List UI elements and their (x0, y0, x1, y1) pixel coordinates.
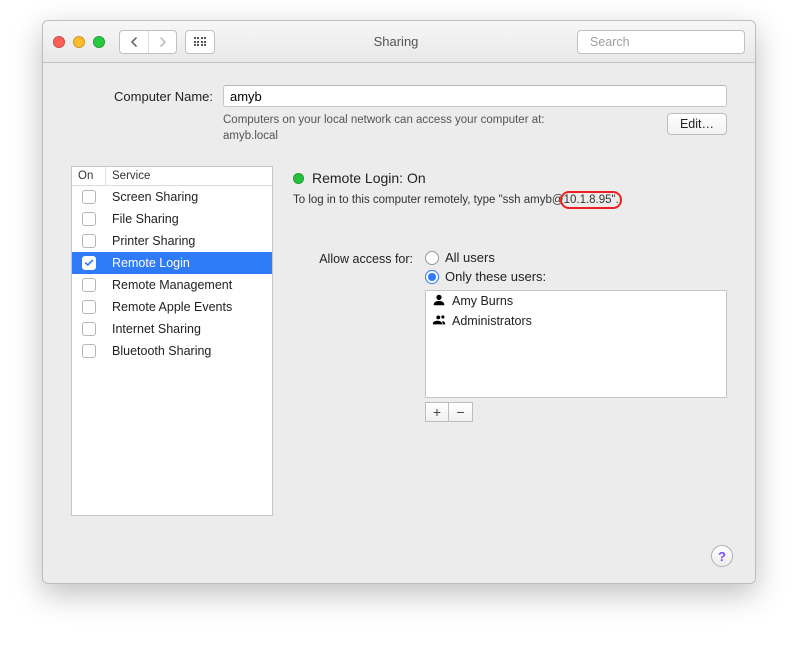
allow-all-users-option[interactable]: All users (425, 250, 727, 265)
allow-only-these-users-option[interactable]: Only these users: (425, 269, 727, 284)
status-title: Remote Login: On (312, 170, 426, 186)
service-checkbox[interactable] (82, 278, 96, 292)
allowed-users-list[interactable]: Amy Burns Administrators (425, 290, 727, 398)
service-detail: Remote Login: On To log in to this compu… (293, 166, 727, 516)
ip-highlight-annotation (560, 191, 622, 209)
window-controls (53, 36, 105, 48)
allowed-user-name: Administrators (452, 314, 532, 328)
allow-access-row: Allow access for: All users Only these u… (293, 250, 727, 422)
service-label: Printer Sharing (106, 234, 272, 248)
services-header-service: Service (106, 167, 272, 185)
service-checkbox[interactable] (82, 256, 96, 270)
edit-hostname-button[interactable]: Edit… (667, 113, 727, 135)
computer-name-subtext: Computers on your local network can acce… (223, 113, 651, 144)
allowed-user-row[interactable]: Amy Burns (426, 291, 726, 311)
radio-icon (425, 251, 439, 265)
user-icon (432, 293, 446, 310)
service-checkbox[interactable] (82, 190, 96, 204)
computer-name-label: Computer Name: (71, 89, 213, 104)
window-title: Sharing (223, 34, 569, 49)
allow-only-these-users-label: Only these users: (445, 269, 546, 284)
service-row[interactable]: Remote Apple Events (72, 296, 272, 318)
computer-name-section: Computer Name: Computers on your local n… (43, 63, 755, 158)
service-checkbox[interactable] (82, 344, 96, 358)
help-button[interactable]: ? (711, 545, 733, 567)
close-window-button[interactable] (53, 36, 65, 48)
add-user-button[interactable]: + (425, 402, 449, 422)
back-button[interactable] (120, 31, 148, 53)
service-row[interactable]: Screen Sharing (72, 186, 272, 208)
show-all-button[interactable] (185, 30, 215, 54)
services-header: On Service (72, 167, 272, 186)
chevron-left-icon (130, 37, 138, 47)
service-label: Remote Login (106, 256, 272, 270)
users-icon (432, 313, 446, 330)
service-label: Internet Sharing (106, 322, 272, 336)
service-row[interactable]: Remote Login (72, 252, 272, 274)
titlebar: Sharing (43, 21, 755, 63)
allow-access-radio-group: All users Only these users: (425, 250, 727, 284)
nav-back-forward (119, 30, 177, 54)
service-row[interactable]: File Sharing (72, 208, 272, 230)
service-row[interactable]: Internet Sharing (72, 318, 272, 340)
service-row[interactable]: Printer Sharing (72, 230, 272, 252)
radio-icon (425, 270, 439, 284)
grid-icon (194, 37, 207, 46)
service-checkbox[interactable] (82, 322, 96, 336)
service-row[interactable]: Remote Management (72, 274, 272, 296)
service-label: Bluetooth Sharing (106, 344, 272, 358)
allow-all-users-label: All users (445, 250, 495, 265)
service-label: Screen Sharing (106, 190, 272, 204)
login-instruction: To log in to this computer remotely, typ… (293, 194, 727, 206)
minimize-window-button[interactable] (73, 36, 85, 48)
search-field[interactable] (577, 30, 745, 54)
service-row[interactable]: Bluetooth Sharing (72, 340, 272, 362)
services-header-on: On (72, 167, 106, 185)
services-list[interactable]: Screen Sharing File Sharing Printer Sharin… (72, 186, 272, 515)
sharing-body: On Service Screen Sharing File Sharing Pri… (43, 158, 755, 530)
remove-user-button[interactable]: − (449, 402, 473, 422)
forward-button[interactable] (148, 31, 176, 53)
zoom-window-button[interactable] (93, 36, 105, 48)
chevron-right-icon (159, 37, 167, 47)
computer-name-input[interactable] (223, 85, 727, 107)
sharing-preferences-window: Sharing Computer Name: Computers on your… (42, 20, 756, 584)
user-list-controls: + − (425, 402, 727, 422)
service-checkbox[interactable] (82, 212, 96, 226)
allowed-user-row[interactable]: Administrators (426, 311, 726, 331)
services-table: On Service Screen Sharing File Sharing Pri… (71, 166, 273, 516)
service-label: File Sharing (106, 212, 272, 226)
search-input[interactable] (590, 35, 751, 49)
status-line: Remote Login: On (293, 170, 727, 186)
service-checkbox[interactable] (82, 234, 96, 248)
allowed-user-name: Amy Burns (452, 294, 513, 308)
service-checkbox[interactable] (82, 300, 96, 314)
status-indicator-icon (293, 173, 304, 184)
service-label: Remote Apple Events (106, 300, 272, 314)
allow-access-label: Allow access for: (293, 250, 413, 266)
service-label: Remote Management (106, 278, 272, 292)
